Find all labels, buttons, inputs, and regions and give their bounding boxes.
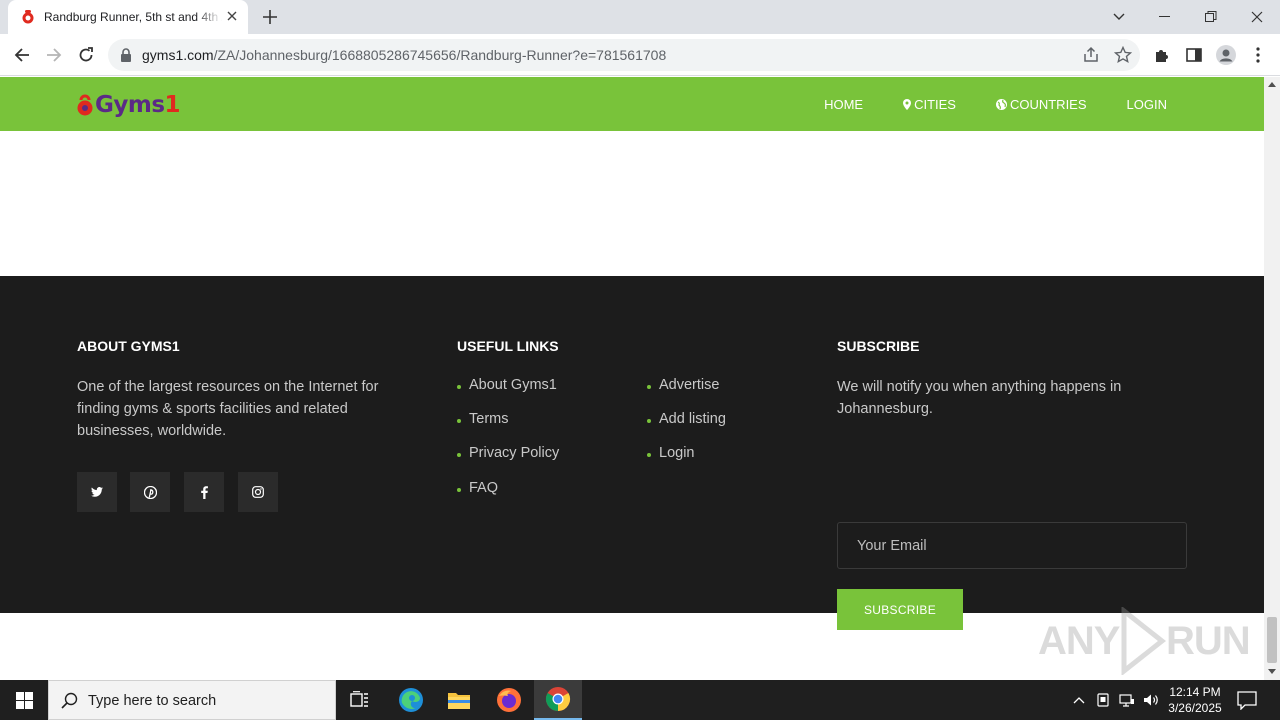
taskbar-search-box[interactable]: Type here to search (48, 680, 336, 720)
address-bar[interactable]: gyms1.com/ZA/Johannesburg/16688052867456… (108, 39, 1140, 71)
browser-toolbar: gyms1.com/ZA/Johannesburg/16688052867456… (0, 34, 1280, 76)
windows-taskbar: Type here to search 12:14 PM 3/26/2025 (0, 680, 1280, 720)
instagram-button[interactable] (238, 472, 278, 512)
restore-icon[interactable] (1188, 0, 1234, 34)
url-path: /ZA/Johannesburg/1668805286745656/Randbu… (213, 47, 667, 63)
link-privacy-policy[interactable]: Privacy Policy (457, 445, 559, 461)
useful-links-heading: USEFUL LINKS (457, 338, 559, 354)
taskbar-clock[interactable]: 12:14 PM 3/26/2025 (1158, 684, 1232, 716)
pinterest-button[interactable] (130, 472, 170, 512)
firefox-icon (497, 688, 521, 712)
tab-close-icon[interactable] (224, 8, 240, 24)
edge-icon (399, 688, 423, 712)
kettlebell-logo-icon (77, 94, 93, 116)
minimize-icon[interactable] (1142, 0, 1188, 34)
globe-icon (995, 98, 1007, 110)
site-logo[interactable]: Gyms1 (77, 91, 181, 119)
device-tray-icon[interactable] (1094, 691, 1112, 709)
page-scrollbar[interactable] (1264, 77, 1280, 680)
scroll-down-arrow-icon[interactable] (1268, 669, 1276, 674)
folder-icon (448, 693, 470, 709)
close-window-icon[interactable] (1234, 0, 1280, 34)
link-terms[interactable]: Terms (457, 411, 508, 427)
subscribe-button[interactable]: SUBSCRIBE (837, 589, 963, 630)
network-icon[interactable] (1118, 691, 1136, 709)
site-header: Gyms1 HOME CITIES COUNTRIES LOGIN (0, 77, 1264, 131)
subscribe-description: We will notify you when anything happens… (837, 379, 1122, 417)
new-tab-icon[interactable] (260, 7, 280, 27)
map-marker-icon (903, 98, 912, 110)
bookmark-star-icon[interactable] (1114, 46, 1132, 64)
tab-search-chevron-icon[interactable] (1096, 0, 1142, 34)
scrollbar-thumb[interactable] (1267, 617, 1277, 663)
chrome-taskbar-app[interactable] (534, 680, 582, 720)
link-add-listing[interactable]: Add listing (647, 411, 726, 427)
about-description: One of the largest resources on the Inte… (77, 379, 379, 439)
clock-date: 3/26/2025 (1168, 701, 1222, 715)
search-icon (61, 692, 78, 709)
taskbar-search-placeholder: Type here to search (88, 693, 217, 709)
file-explorer-taskbar-app[interactable] (435, 680, 483, 720)
instagram-icon (252, 486, 264, 498)
task-view-button[interactable] (336, 680, 384, 720)
nav-cities[interactable]: CITIES (903, 97, 956, 112)
clock-time: 12:14 PM (1169, 685, 1221, 699)
forward-arrow-icon[interactable] (44, 45, 64, 65)
link-advertise[interactable]: Advertise (647, 377, 719, 393)
main-nav: HOME CITIES COUNTRIES LOGIN (784, 77, 1167, 131)
logo-wordmark: Gyms1 (95, 92, 181, 118)
link-about-gyms1[interactable]: About Gyms1 (457, 377, 557, 393)
scroll-up-arrow-icon[interactable] (1268, 82, 1276, 87)
link-faq[interactable]: FAQ (457, 480, 498, 496)
browser-tab[interactable]: Randburg Runner, 5th st and 4th Ave (8, 0, 248, 34)
twitter-icon (91, 487, 103, 497)
play-watermark-icon (1121, 607, 1166, 675)
windows-logo-icon (15, 691, 33, 709)
extensions-puzzle-icon[interactable] (1152, 45, 1172, 65)
side-panel-icon[interactable] (1184, 45, 1204, 65)
page-viewport: Gyms1 HOME CITIES COUNTRIES LOGIN ABOUT … (0, 77, 1264, 680)
show-hidden-icons-chevron-icon[interactable] (1070, 691, 1088, 709)
facebook-button[interactable] (184, 472, 224, 512)
profile-avatar-icon[interactable] (1216, 45, 1236, 65)
subscribe-heading: SUBSCRIBE (837, 338, 920, 354)
share-icon[interactable] (1082, 46, 1100, 64)
about-heading: ABOUT GYMS1 (77, 338, 180, 354)
url-text[interactable]: gyms1.com/ZA/Johannesburg/16688052867456… (142, 47, 666, 63)
tab-title: Randburg Runner, 5th st and 4th Ave (44, 10, 222, 24)
reload-icon[interactable] (76, 45, 96, 65)
back-arrow-icon[interactable] (12, 45, 32, 65)
link-login[interactable]: Login (647, 445, 694, 461)
lock-icon[interactable] (120, 48, 132, 62)
firefox-taskbar-app[interactable] (485, 680, 533, 720)
nav-home[interactable]: HOME (824, 97, 863, 112)
chrome-icon (545, 687, 571, 711)
edge-taskbar-app[interactable] (387, 680, 435, 720)
kebab-menu-icon[interactable] (1248, 45, 1268, 65)
gyms1-favicon-icon (22, 10, 34, 24)
facebook-icon (200, 485, 208, 499)
anyrun-watermark: ANY RUN (1038, 607, 1251, 677)
url-host: gyms1.com (142, 47, 214, 63)
nav-login[interactable]: LOGIN (1127, 97, 1167, 112)
subscribe-email-input[interactable] (837, 522, 1187, 569)
nav-countries[interactable]: COUNTRIES (995, 97, 1087, 112)
browser-tab-strip: Randburg Runner, 5th st and 4th Ave (0, 0, 1280, 34)
windows-start-button[interactable] (0, 680, 48, 720)
pinterest-icon (143, 485, 157, 499)
task-view-icon (350, 691, 368, 707)
twitter-button[interactable] (77, 472, 117, 512)
notification-center-icon[interactable] (1236, 690, 1258, 710)
